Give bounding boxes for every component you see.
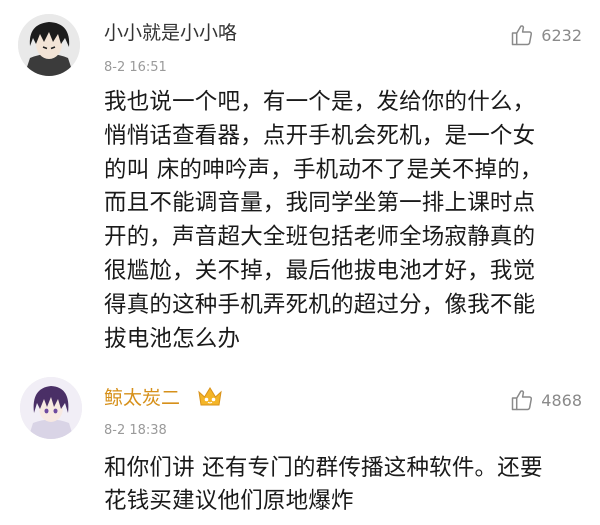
comment-text-line: 我也说一个吧，有一个是，发给你的什么， [104,89,536,115]
comment-item: 小小就是小小咯 8-2 16:51 6232 我也说一个吧，有一个是，发给你的什… [0,0,600,365]
anime-avatar-icon [20,377,82,439]
comment-text-line: 得真的这种手机弄死机的超过分，像我不能 [104,291,536,318]
like-count: 4868 [541,390,582,410]
user-avatar[interactable] [18,14,80,76]
like-button[interactable]: 4868 [510,387,582,413]
like-button[interactable]: 6232 [510,22,582,48]
comment-timestamp: 8-2 16:51 [104,60,167,75]
like-count: 6232 [541,25,582,45]
thumbs-up-icon [512,25,533,46]
comment-text-line: 和你们讲 还有专门的群传播这种软件。还要 [104,455,543,481]
comment-text: 和你们讲 还有专门的群传播这种软件。还要 花钱买建议他们原地爆炸 [104,452,590,518]
comment-text-line: 开的，声音超大全班包括老师全场寂静真的 [104,224,536,251]
comment-text-line: 拔电池怎么办 [104,325,241,352]
thumbs-up-icon [512,390,533,411]
username[interactable]: 小小就是小小咯 [104,22,237,44]
comment-text-line: 花钱买建议他们原地爆炸 [104,488,354,514]
comment-text-line: 悄悄话查看器，点开手机会死机，是一个女 [104,122,536,149]
comment-timestamp: 8-2 18:38 [104,423,167,438]
comment-text: 我也说一个吧，有一个是，发给你的什么， 悄悄话查看器，点开手机会死机，是一个女 … [104,86,590,356]
user-avatar[interactable] [20,377,82,439]
crown-vip-icon [198,387,222,406]
username[interactable]: 鲸太炭二 [104,387,180,409]
comment-text-line: 的叫 床的呻吟声，手机动不了是关不掉的， [104,156,543,183]
comment-text-line: 很尴尬，关不掉，最后他拔电池才好，我觉 [104,257,536,284]
comment-item: 鲸太炭二 8-2 18:38 4868 和你们讲 还有专门的群传播这种软件。还要… [0,365,600,525]
comment-text-line: 而且不能调音量，我同学坐第一排上课时点 [104,190,536,217]
anime-avatar-icon [18,14,80,76]
